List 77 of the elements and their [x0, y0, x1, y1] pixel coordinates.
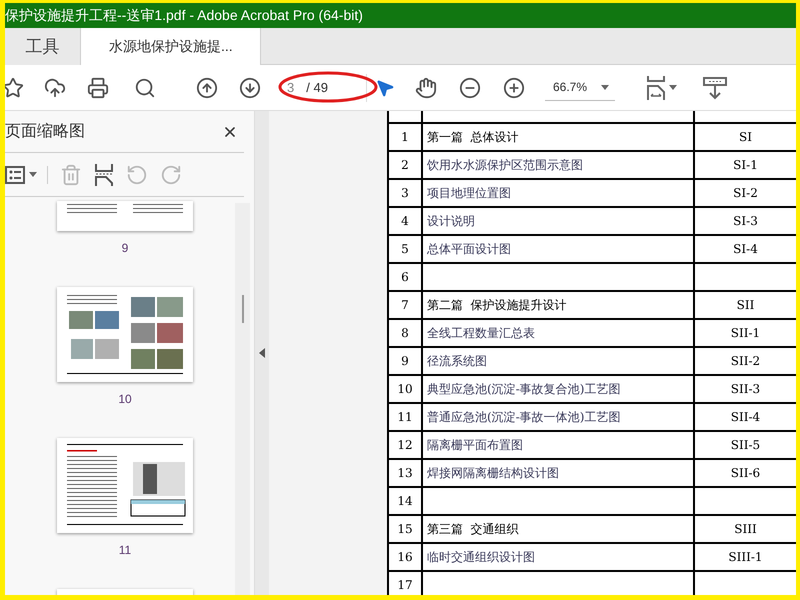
zoom-dropdown[interactable]: 66.7% — [545, 74, 615, 100]
print-icon[interactable] — [87, 76, 109, 98]
drawing-code: SII-6 — [730, 465, 760, 482]
fit-page-icon[interactable] — [647, 76, 665, 100]
drawing-code: SIII-1 — [728, 549, 763, 566]
caret-icon — [669, 85, 677, 90]
drawing-title: 普通应急池(沉淀-事故一体池)工艺图 — [427, 409, 620, 426]
hand-icon[interactable] — [415, 76, 437, 98]
arrow-up-icon[interactable] — [196, 76, 218, 98]
caret-icon — [601, 84, 609, 90]
drawing-title: 径流系统图 — [427, 353, 487, 370]
page-number-label: 11 — [118, 542, 132, 559]
row-number: 12 — [397, 437, 413, 454]
drawing-title: 焊接网隔离栅结构设计图 — [427, 465, 559, 482]
drawing-code: SI-1 — [733, 157, 758, 174]
drawing-title: 项目地理位置图 — [427, 185, 511, 202]
row-number: 4 — [401, 213, 409, 230]
drawing-title: 临时交通组织设计图 — [427, 549, 535, 566]
row-number: 10 — [397, 381, 413, 398]
row-number: 15 — [397, 521, 413, 538]
caret-icon — [29, 172, 37, 177]
drawing-code: SII-1 — [730, 325, 760, 342]
row-number: 8 — [401, 325, 409, 342]
drawing-title: 第二篇 保护设施提升设计 — [427, 297, 567, 314]
insert-page-icon[interactable] — [94, 164, 114, 186]
tab-label: 水源地保护设施提... — [109, 37, 233, 56]
collapse-arrow-icon[interactable] — [259, 348, 265, 358]
drawing-code: SI-4 — [733, 241, 758, 258]
drawing-title: 设计说明 — [427, 213, 475, 230]
row-number: 13 — [397, 465, 413, 482]
drawing-code: SII — [736, 297, 754, 314]
scrollbar-thumb[interactable] — [242, 295, 244, 323]
drawing-code: SII-5 — [730, 437, 760, 454]
drawing-title: 第一篇 总体设计 — [427, 129, 519, 146]
zoom-in-icon[interactable] — [503, 76, 525, 98]
drawing-code: SIII — [734, 521, 757, 538]
tab-label: 工具 — [26, 36, 60, 58]
drawing-title: 全线工程数量汇总表 — [427, 325, 535, 342]
drawing-title: 隔离栅平面布置图 — [427, 437, 523, 454]
drawing-title: 第三篇 交通组织 — [427, 521, 519, 538]
arrow-down-icon[interactable] — [239, 76, 261, 98]
panel-title: 页面缩略图 — [5, 122, 85, 142]
page-thumbnail[interactable] — [57, 287, 193, 382]
star-icon[interactable] — [5, 76, 24, 98]
page-total: / 49 — [306, 78, 328, 97]
row-number: 17 — [397, 577, 413, 594]
cloud-upload-icon[interactable] — [44, 76, 66, 98]
current-page: 3 — [287, 78, 294, 97]
row-number: 6 — [401, 269, 409, 286]
window-title: 保护设施提升工程--送审1.pdf - Adobe Acrobat Pro (64-bit) — [5, 6, 363, 25]
drawing-code: SII-4 — [730, 409, 760, 426]
options-icon[interactable] — [5, 166, 25, 184]
drawing-code: SI-2 — [733, 185, 758, 202]
read-mode-icon[interactable] — [703, 76, 727, 100]
row-number: 11 — [397, 409, 413, 426]
row-number: 1 — [401, 129, 409, 146]
drawing-title: 饮用水水源保护区范围示意图 — [427, 157, 583, 174]
page-thumbnail[interactable] — [57, 201, 193, 231]
row-number: 7 — [401, 297, 409, 314]
page-number-label: 9 — [122, 240, 128, 257]
row-number: 2 — [401, 157, 409, 174]
drawing-code: SI-3 — [733, 213, 758, 230]
page-number-label: 10 — [118, 391, 132, 408]
drawing-title: 典型应急池(沉淀-事故复合池)工艺图 — [427, 381, 620, 398]
row-number: 16 — [397, 549, 413, 566]
drawing-code: SI — [739, 129, 752, 146]
row-number: 3 — [401, 185, 409, 202]
drawing-code: SII-2 — [730, 353, 760, 370]
drawing-title: 总体平面设计图 — [427, 241, 511, 258]
row-number: 14 — [397, 493, 413, 510]
search-icon[interactable] — [134, 76, 156, 98]
tab[interactable]: 水源地保护设施提... — [80, 28, 261, 65]
zoom-out-icon[interactable] — [459, 76, 481, 98]
page-thumbnail[interactable] — [57, 438, 193, 533]
drawing-code: SII-3 — [730, 381, 760, 398]
row-number: 5 — [401, 241, 409, 258]
row-number: 9 — [401, 353, 409, 370]
